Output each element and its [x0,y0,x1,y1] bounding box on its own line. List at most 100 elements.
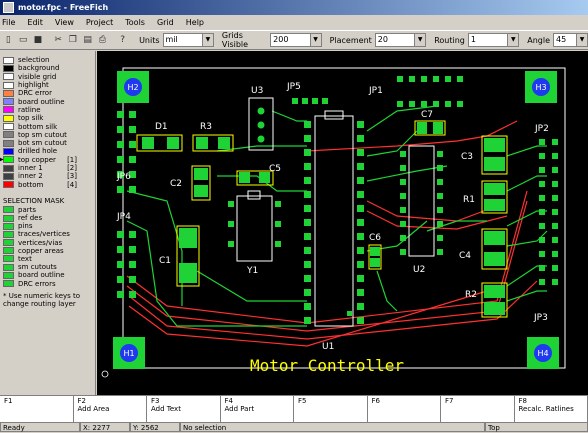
layer-list: selectionbackgroundvisible gridhighlight… [0,56,95,189]
layer-row[interactable]: bottom silk [0,122,95,130]
grid-select[interactable]: 200▼ [270,33,321,47]
layer-row[interactable]: drilled hole [0,147,95,155]
layer-color-swatch[interactable] [3,73,14,80]
layer-row[interactable]: bot sm cutout [0,139,95,147]
pcb-canvas[interactable]: H2 H3 H1 H4 [97,51,588,395]
mask-row[interactable]: sm cutouts [0,263,95,271]
layer-row[interactable]: visible grid [0,73,95,81]
print-icon[interactable]: ⎙ [96,33,109,47]
layer-color-swatch[interactable] [3,165,14,172]
menu-bar: File Edit View Project Tools Grid Help [0,15,588,29]
copy-icon[interactable]: ❐ [67,33,80,47]
save-icon[interactable]: ■ [32,33,45,47]
mask-toggle[interactable] [3,280,14,287]
mask-toggle[interactable] [3,272,14,279]
layer-color-swatch[interactable] [3,98,14,105]
layer-panel: selectionbackgroundvisible gridhighlight… [0,51,96,395]
mask-toggle[interactable] [3,247,14,254]
refdes-u2: U2 [413,265,425,275]
placement-select[interactable]: 20▼ [375,33,426,47]
fkey-f5[interactable]: F5 [294,396,368,422]
layer-color-swatch[interactable] [3,82,14,89]
active-layer-pointer-icon: ▶ [0,156,4,163]
layer-row[interactable]: inner 2[3] [0,172,95,180]
fkey-f6[interactable]: F6 [368,396,442,422]
paste-icon[interactable]: ▤ [81,33,94,47]
app-icon [3,2,14,13]
menu-view[interactable]: View [55,18,74,27]
fkey-f4[interactable]: F4Add Part [221,396,295,422]
mask-toggle[interactable] [3,255,14,262]
fkey-number: F4 [225,397,294,405]
status-ready: Ready [0,422,80,432]
layer-row[interactable]: DRC error [0,89,95,97]
units-label: Units [139,36,159,45]
mask-row[interactable]: DRC errors [0,279,95,287]
layer-color-swatch[interactable] [3,140,14,147]
help-icon[interactable]: ? [116,33,129,47]
layer-row[interactable]: ratline [0,106,95,114]
layer-color-swatch[interactable] [3,106,14,113]
fkey-f7[interactable]: F7 [441,396,515,422]
mask-toggle[interactable] [3,264,14,271]
layer-color-swatch[interactable] [3,65,14,72]
fkey-number: F3 [151,397,220,405]
mask-row[interactable]: ref des [0,214,95,222]
menu-edit[interactable]: Edit [27,18,43,27]
mask-toggle[interactable] [3,206,14,213]
layer-color-swatch[interactable] [3,131,14,138]
mask-row[interactable]: traces/vertices [0,230,95,238]
menu-file[interactable]: File [2,18,15,27]
layer-row[interactable]: top silk [0,114,95,122]
mask-row[interactable]: copper areas [0,247,95,255]
menu-grid[interactable]: Grid [157,18,174,27]
layer-row[interactable]: board outline [0,97,95,105]
mask-row[interactable]: vertices/vias [0,239,95,247]
refdes-d1: D1 [155,122,168,132]
title-bar: motor.fpc - FreeFich [0,0,588,15]
mask-label: parts [18,206,36,214]
layer-color-swatch[interactable] [3,173,14,180]
cut-icon[interactable]: ✂ [52,33,65,47]
menu-tools[interactable]: Tools [125,18,145,27]
mask-row[interactable]: parts [0,206,95,214]
mask-row[interactable]: board outline [0,271,95,279]
routing-select[interactable]: 1▼ [468,33,519,47]
toolbar: ▯ ▭ ■ ✂ ❐ ▤ ⎙ ? Units mil▼ Grids Visible… [0,30,588,50]
mask-row[interactable]: text [0,255,95,263]
mask-row[interactable]: pins [0,222,95,230]
layer-color-swatch[interactable] [3,156,14,163]
menu-project[interactable]: Project [86,18,113,27]
open-folder-icon[interactable]: ▭ [17,33,30,47]
fkey-f8[interactable]: F8Recalc. Ratlines [515,396,588,422]
mask-toggle[interactable] [3,223,14,230]
refdes-c7: C7 [421,110,433,120]
layer-key: [1] [67,156,77,164]
fkey-f2[interactable]: F2Add Area [74,396,148,422]
layer-row[interactable]: background [0,64,95,72]
layer-row[interactable]: top sm cutout [0,131,95,139]
layer-row[interactable]: highlight [0,81,95,89]
layer-color-swatch[interactable] [3,148,14,155]
layer-row[interactable]: selection [0,56,95,64]
pcb-board[interactable]: H2 H3 H1 H4 [97,51,588,395]
units-select[interactable]: mil▼ [163,33,214,47]
layer-color-swatch[interactable] [3,90,14,97]
layer-color-swatch[interactable] [3,57,14,64]
layer-color-swatch[interactable] [3,181,14,188]
layer-row[interactable]: bottom[4] [0,180,95,188]
fkey-f3[interactable]: F3Add Text [147,396,221,422]
layer-color-swatch[interactable] [3,123,14,130]
board-title-text: Motor Controller [250,356,404,375]
layer-color-swatch[interactable] [3,115,14,122]
angle-select[interactable]: 45▼ [553,33,588,47]
layer-row[interactable]: inner 1[2] [0,164,95,172]
layer-row[interactable]: ▶top copper[1] [0,156,95,164]
mask-toggle[interactable] [3,215,14,222]
new-file-icon[interactable]: ▯ [2,33,15,47]
mask-toggle[interactable] [3,239,14,246]
mask-toggle[interactable] [3,231,14,238]
fkey-number: F7 [445,397,514,405]
fkey-f1[interactable]: F1 [0,396,74,422]
menu-help[interactable]: Help [186,18,204,27]
